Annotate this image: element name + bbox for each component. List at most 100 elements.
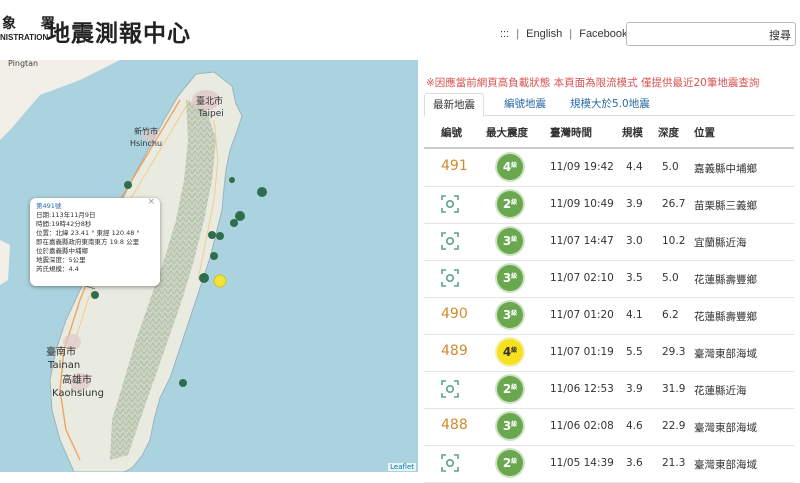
scan-icon[interactable] bbox=[440, 453, 460, 473]
earthquake-marker[interactable] bbox=[208, 231, 216, 239]
agency-logo-subtext[interactable]: NISTRATION bbox=[0, 33, 48, 42]
quake-depth: 21.3 bbox=[662, 457, 686, 469]
table-row[interactable]: 2級 11/05 14:39 3.6 21.3 臺灣東部海域 bbox=[424, 445, 794, 483]
table-header: 編號 最大震度 臺灣時間 規模 深度 位置 bbox=[424, 117, 794, 149]
earthquake-marker[interactable] bbox=[210, 252, 218, 260]
column-header-depth: 深度 bbox=[658, 127, 679, 139]
table-row[interactable]: 2級 11/06 12:53 3.9 31.9 花蓮縣近海 bbox=[424, 371, 794, 409]
tab-bar: 最新地震 編號地震 規模大於5.0地震 bbox=[424, 93, 794, 117]
earthquake-number[interactable]: 488 bbox=[441, 417, 468, 433]
tab-numbered[interactable]: 編號地震 bbox=[496, 93, 554, 115]
quake-magnitude: 4.1 bbox=[626, 309, 643, 321]
map-label-tainan-en: Tainan bbox=[47, 360, 80, 371]
popup-title[interactable]: 第491號 bbox=[36, 202, 154, 211]
intensity-badge: 2級 bbox=[497, 191, 523, 217]
earthquake-marker[interactable] bbox=[235, 211, 245, 221]
earthquake-number[interactable]: 491 bbox=[441, 158, 468, 174]
table-row[interactable]: 489 4級 11/07 01:19 5.5 29.3 臺灣東部海域 bbox=[424, 334, 794, 372]
quake-time: 11/07 01:20 bbox=[550, 309, 614, 321]
rate-limit-notice: ※因應當前網頁高負載狀態 本頁面為限流模式 僅提供最近20筆地震查詢 bbox=[426, 77, 760, 89]
scan-icon[interactable] bbox=[440, 268, 460, 288]
intensity-badge: 2級 bbox=[497, 450, 523, 476]
intensity-badge: 3級 bbox=[497, 413, 523, 439]
quake-location: 臺灣東部海域 bbox=[694, 459, 757, 471]
scan-icon[interactable] bbox=[440, 194, 460, 214]
quake-depth: 22.9 bbox=[662, 420, 686, 432]
earthquake-list-panel: ※因應當前網頁高負載狀態 本頁面為限流模式 僅提供最近20筆地震查詢 最新地震 … bbox=[420, 60, 800, 483]
popup-line: 日期:113年11月9日 bbox=[36, 211, 96, 219]
map-label-pingtan: Pingtan bbox=[8, 60, 38, 68]
intensity-badge: 2級 bbox=[497, 376, 523, 402]
earthquake-marker-large[interactable] bbox=[213, 274, 227, 288]
quake-depth: 26.7 bbox=[662, 198, 686, 210]
table-row[interactable]: 491 4級 11/09 19:42 4.4 5.0 嘉義縣中埔鄉 bbox=[424, 149, 794, 187]
quake-time: 11/06 02:08 bbox=[550, 420, 614, 432]
close-icon[interactable]: × bbox=[147, 198, 155, 207]
quake-depth: 31.9 bbox=[662, 383, 686, 395]
column-header-location: 位置 bbox=[694, 127, 715, 139]
tab-magnitude-5[interactable]: 規模大於5.0地震 bbox=[562, 93, 658, 115]
table-row[interactable]: 488 3級 11/06 02:08 4.6 22.9 臺灣東部海域 bbox=[424, 408, 794, 446]
intensity-badge: 4級 bbox=[497, 154, 523, 180]
tab-latest[interactable]: 最新地震 bbox=[424, 93, 484, 117]
map-label-kaohsiung-zh: 高雄市 bbox=[62, 373, 92, 386]
column-header-intensity: 最大震度 bbox=[486, 127, 528, 139]
facebook-link[interactable]: Facebook bbox=[579, 28, 627, 40]
earthquake-marker[interactable] bbox=[257, 187, 267, 197]
site-title[interactable]: 地震測報中心 bbox=[47, 14, 191, 48]
earthquake-marker[interactable] bbox=[124, 181, 132, 189]
mainland-coast bbox=[0, 60, 120, 140]
earthquake-number[interactable]: 489 bbox=[441, 343, 468, 359]
popup-line: 位於嘉義縣中埔鄉 bbox=[36, 247, 88, 255]
quake-location: 花蓮縣壽豐鄉 bbox=[694, 311, 757, 323]
english-link[interactable]: English bbox=[526, 28, 562, 40]
map-label-kaohsiung-en: Kaohsiung bbox=[52, 388, 104, 399]
header: 象 署 NISTRATION 地震測報中心 ::: | English | Fa… bbox=[0, 0, 800, 60]
quake-magnitude: 3.0 bbox=[626, 235, 643, 247]
search-button[interactable]: 搜尋 bbox=[769, 27, 791, 43]
quake-magnitude: 4.4 bbox=[626, 161, 643, 173]
column-header-time: 臺灣時間 bbox=[550, 127, 592, 139]
intensity-badge: 3級 bbox=[497, 302, 523, 328]
quake-time: 11/05 14:39 bbox=[550, 457, 614, 469]
popup-line: 地震深度：5公里 bbox=[36, 256, 86, 264]
map-label-taipei-zh: 臺北市 bbox=[196, 95, 223, 107]
table-row[interactable]: 490 3級 11/07 01:20 4.1 6.2 花蓮縣壽豐鄉 bbox=[424, 297, 794, 335]
table-row[interactable]: 2級 11/09 10:49 3.9 26.7 苗栗縣三義鄉 bbox=[424, 186, 794, 224]
earthquake-marker[interactable] bbox=[230, 219, 238, 227]
earthquake-marker[interactable] bbox=[216, 232, 224, 240]
search-input[interactable] bbox=[631, 24, 765, 46]
table-row[interactable]: 3級 11/07 14:47 3.0 10.2 宜蘭縣近海 bbox=[424, 223, 794, 261]
earthquake-map[interactable]: Pingtan 臺北市 Taipei 新竹市 Hsinchu 臺南市 Taina… bbox=[0, 60, 418, 472]
earthquake-number[interactable]: 490 bbox=[441, 306, 468, 322]
earthquake-marker[interactable] bbox=[199, 273, 209, 283]
scan-icon[interactable] bbox=[440, 379, 460, 399]
accesskey-link[interactable]: ::: bbox=[500, 28, 509, 40]
earthquake-marker[interactable] bbox=[229, 177, 235, 183]
earthquake-marker-selected[interactable] bbox=[91, 291, 99, 299]
earthquake-popup: × 第491號 日期:113年11月9日 時間:19時42分8秒 位置：北緯 2… bbox=[30, 198, 160, 286]
penghu-islands bbox=[0, 240, 10, 285]
quake-location: 花蓮縣近海 bbox=[694, 385, 747, 397]
top-links: ::: | English | Facebook bbox=[498, 28, 630, 40]
quake-time: 11/06 12:53 bbox=[550, 383, 614, 395]
quake-depth: 29.3 bbox=[662, 346, 686, 358]
quake-location: 臺灣東部海域 bbox=[694, 348, 757, 360]
intensity-badge: 3級 bbox=[497, 228, 523, 254]
quake-depth: 10.2 bbox=[662, 235, 686, 247]
scan-icon[interactable] bbox=[440, 231, 460, 251]
column-header-number: 編號 bbox=[441, 127, 462, 139]
link-separator: | bbox=[569, 28, 573, 40]
quake-location: 苗栗縣三義鄉 bbox=[694, 200, 757, 212]
map-label-taipei-en: Taipei bbox=[197, 109, 224, 119]
quake-magnitude: 4.6 bbox=[626, 420, 643, 432]
map-label-tainan-zh: 臺南市 bbox=[46, 345, 76, 358]
quake-time: 11/07 01:19 bbox=[550, 346, 614, 358]
table-row[interactable]: 3級 11/07 02:10 3.5 5.0 花蓮縣壽豐鄉 bbox=[424, 260, 794, 298]
quake-depth: 5.0 bbox=[662, 161, 679, 173]
column-header-magnitude: 規模 bbox=[622, 127, 643, 139]
quake-time: 11/09 10:49 bbox=[550, 198, 614, 210]
map-attribution[interactable]: Leaflet bbox=[388, 463, 416, 471]
earthquake-marker[interactable] bbox=[179, 379, 187, 387]
popup-line: 即在嘉義縣政府東南東方 19.8 公里 bbox=[36, 238, 140, 246]
